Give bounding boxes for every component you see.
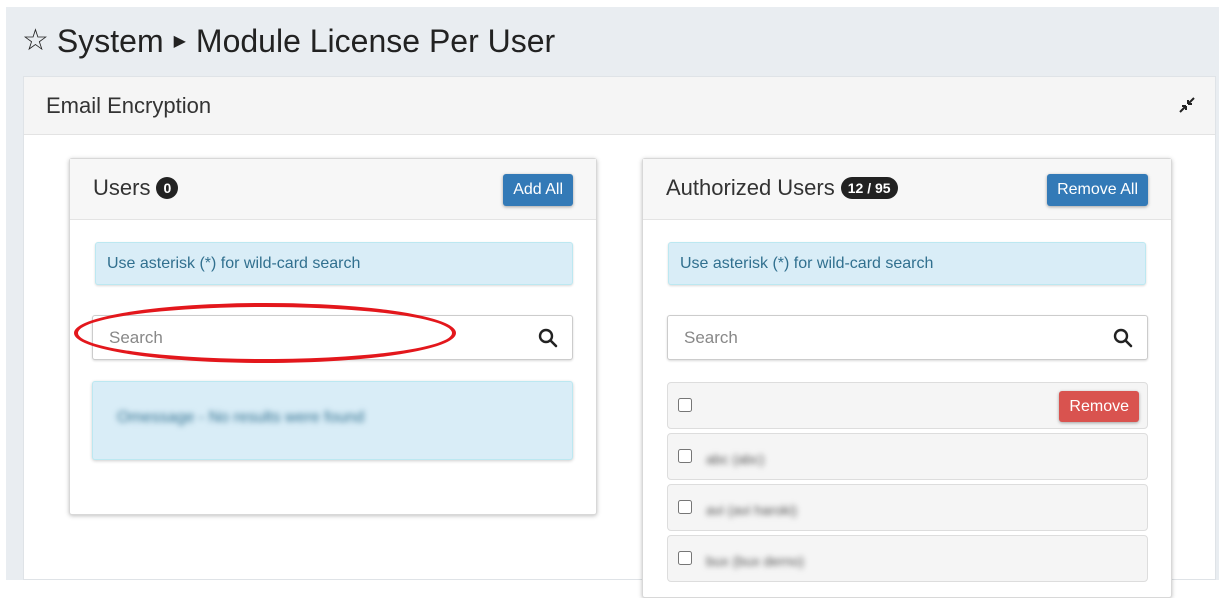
page-title: Module License Per User xyxy=(195,22,556,59)
user-name: avi (avi haroki) xyxy=(706,502,798,518)
authorized-search-box xyxy=(667,315,1148,360)
compress-arrows-icon[interactable] xyxy=(1177,95,1197,115)
authorized-search-input[interactable] xyxy=(668,316,1147,359)
list-item[interactable]: Remove xyxy=(667,382,1148,429)
users-search-input[interactable] xyxy=(93,316,572,359)
list-item[interactable]: abc (abc) xyxy=(667,433,1148,480)
breadcrumb: ☆ System ▶ Module License Per User xyxy=(22,20,555,62)
authorized-card-header: Authorized Users 12 / 95 Remove All xyxy=(643,159,1171,220)
star-outline-icon[interactable]: ☆ xyxy=(22,26,49,56)
row-checkbox[interactable] xyxy=(678,449,692,463)
remove-all-button[interactable]: Remove All xyxy=(1047,174,1148,206)
users-title: Users xyxy=(93,175,151,200)
user-name: bux (bux derno) xyxy=(706,553,805,569)
authorized-users-card: Authorized Users 12 / 95 Remove All Use … xyxy=(642,158,1172,598)
no-results-alert: Omessage - No results were found xyxy=(92,381,573,460)
list-item[interactable]: bux (bux derno) xyxy=(667,535,1148,582)
users-title-group: Users 0 xyxy=(93,175,179,201)
row-checkbox[interactable] xyxy=(678,500,692,514)
email-encryption-panel: Email Encryption Users 0 Add All Use ast… xyxy=(23,76,1216,598)
authorized-title-group: Authorized Users 12 / 95 xyxy=(666,175,898,201)
panel-title: Email Encryption xyxy=(46,93,212,118)
users-card: Users 0 Add All Use asterisk (*) for wil… xyxy=(69,158,597,515)
list-item[interactable]: avi (avi haroki) xyxy=(667,484,1148,531)
search-icon[interactable] xyxy=(1113,328,1133,348)
breadcrumb-section[interactable]: System xyxy=(57,23,164,60)
remove-button[interactable]: Remove xyxy=(1059,391,1139,422)
users-card-header: Users 0 Add All xyxy=(70,159,596,220)
add-all-button[interactable]: Add All xyxy=(503,174,573,206)
authorized-title: Authorized Users xyxy=(666,175,835,200)
users-search-box xyxy=(92,315,573,360)
search-icon[interactable] xyxy=(538,328,558,348)
no-results-message: Omessage - No results were found xyxy=(117,409,365,426)
caret-right-icon: ▶ xyxy=(173,33,186,50)
row-checkbox[interactable] xyxy=(678,398,692,412)
authorized-search-hint: Use asterisk (*) for wild-card search xyxy=(668,242,1146,285)
user-name: abc (abc) xyxy=(706,451,765,467)
row-checkbox[interactable] xyxy=(678,551,692,565)
users-count-badge: 0 xyxy=(156,177,179,199)
panel-header: Email Encryption xyxy=(24,77,1215,135)
authorized-count-badge: 12 / 95 xyxy=(840,177,898,199)
users-search-hint: Use asterisk (*) for wild-card search xyxy=(95,242,573,285)
